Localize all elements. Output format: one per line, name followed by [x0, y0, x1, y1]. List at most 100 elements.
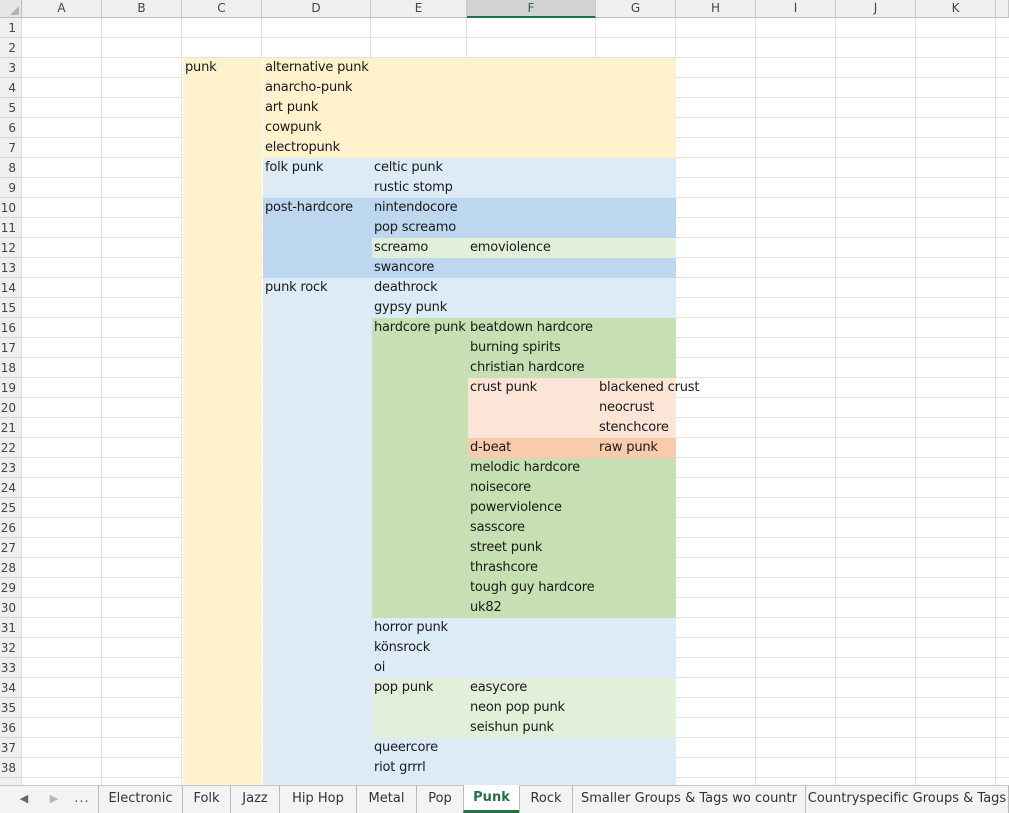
- row-header-19[interactable]: 19: [0, 378, 22, 398]
- cell-f27[interactable]: street punk: [470, 538, 542, 558]
- row-header-2[interactable]: 2: [0, 38, 22, 58]
- more-tabs-button[interactable]: ...: [72, 790, 92, 808]
- sheet-tab-metal[interactable]: Metal: [356, 786, 416, 813]
- cell-d8[interactable]: folk punk: [265, 158, 323, 178]
- cell-f36[interactable]: seishun punk: [470, 718, 554, 738]
- cell-e14[interactable]: deathrock: [374, 278, 438, 298]
- row-header-25[interactable]: 25: [0, 498, 22, 518]
- tab-scroll-right-button[interactable]: ▶: [44, 790, 64, 808]
- cell-d6[interactable]: cowpunk: [265, 118, 322, 138]
- cell-f35[interactable]: neon pop punk: [470, 698, 565, 718]
- cell-e38[interactable]: riot grrrl: [374, 758, 426, 778]
- cell-d10[interactable]: post-hardcore: [265, 198, 353, 218]
- row-header-21[interactable]: 21: [0, 418, 22, 438]
- cell-f18[interactable]: christian hardcore: [470, 358, 584, 378]
- cell-e11[interactable]: pop screamo: [374, 218, 456, 238]
- cell-d5[interactable]: art punk: [265, 98, 318, 118]
- column-header-h[interactable]: H: [676, 0, 756, 18]
- column-header-d[interactable]: D: [262, 0, 371, 18]
- cell-e15[interactable]: gypsy punk: [374, 298, 447, 318]
- row-header-34[interactable]: 34: [0, 678, 22, 698]
- row-header-4[interactable]: 4: [0, 78, 22, 98]
- column-header-e[interactable]: E: [371, 0, 467, 18]
- cell-f28[interactable]: thrashcore: [470, 558, 538, 578]
- row-header-35[interactable]: 35: [0, 698, 22, 718]
- column-header-i[interactable]: I: [756, 0, 836, 18]
- row-header-3[interactable]: 3: [0, 58, 22, 78]
- row-header-24[interactable]: 24: [0, 478, 22, 498]
- row-header-31[interactable]: 31: [0, 618, 22, 638]
- cell-c3[interactable]: punk: [185, 58, 217, 78]
- row-header-10[interactable]: 10: [0, 198, 22, 218]
- row-header-33[interactable]: 33: [0, 658, 22, 678]
- cell-f25[interactable]: powerviolence: [470, 498, 562, 518]
- cell-f26[interactable]: sasscore: [470, 518, 525, 538]
- cell-e8[interactable]: celtic punk: [374, 158, 443, 178]
- sheet-tab-jazz[interactable]: Jazz: [230, 786, 279, 813]
- select-all-corner[interactable]: [0, 0, 22, 18]
- row-header-26[interactable]: 26: [0, 518, 22, 538]
- cell-d3[interactable]: alternative punk: [265, 58, 369, 78]
- row-header-12[interactable]: 12: [0, 238, 22, 258]
- cell-f23[interactable]: melodic hardcore: [470, 458, 580, 478]
- column-header-c[interactable]: C: [182, 0, 262, 18]
- row-header-18[interactable]: 18: [0, 358, 22, 378]
- cell-f24[interactable]: noisecore: [470, 478, 531, 498]
- cell-f30[interactable]: uk82: [470, 598, 502, 618]
- cell-f22[interactable]: d-beat: [470, 438, 511, 458]
- row-header-15[interactable]: 15: [0, 298, 22, 318]
- row-header-7[interactable]: 7: [0, 138, 22, 158]
- cell-f19[interactable]: crust punk: [470, 378, 537, 398]
- cell-e10[interactable]: nintendocore: [374, 198, 458, 218]
- row-header-9[interactable]: 9: [0, 178, 22, 198]
- cell-e37[interactable]: queercore: [374, 738, 438, 758]
- cell-g20[interactable]: neocrust: [599, 398, 654, 418]
- row-header-11[interactable]: 11: [0, 218, 22, 238]
- column-header-k[interactable]: K: [916, 0, 996, 18]
- cell-d14[interactable]: punk rock: [265, 278, 327, 298]
- row-header-8[interactable]: 8: [0, 158, 22, 178]
- sheet-tab-electronic[interactable]: Electronic: [98, 786, 182, 813]
- column-header-g[interactable]: G: [596, 0, 676, 18]
- tab-scroll-left-button[interactable]: ◀: [14, 790, 34, 808]
- row-header-36[interactable]: 36: [0, 718, 22, 738]
- cell-g19[interactable]: blackened crust: [599, 378, 699, 398]
- row-header-22[interactable]: 22: [0, 438, 22, 458]
- sheet-tab-smaller-groups-tags-wo-countr[interactable]: Smaller Groups & Tags wo countr: [572, 786, 805, 813]
- column-header-b[interactable]: B: [102, 0, 182, 18]
- cell-f16[interactable]: beatdown hardcore: [470, 318, 593, 338]
- cell-e9[interactable]: rustic stomp: [374, 178, 453, 198]
- cell-g21[interactable]: stenchcore: [599, 418, 669, 438]
- cell-e13[interactable]: swancore: [374, 258, 434, 278]
- cell-d7[interactable]: electropunk: [265, 138, 340, 158]
- cell-e16[interactable]: hardcore punk: [374, 318, 466, 338]
- cell-e31[interactable]: horror punk: [374, 618, 448, 638]
- row-header-16[interactable]: 16: [0, 318, 22, 338]
- cell-e32[interactable]: könsrock: [374, 638, 430, 658]
- cell-e12[interactable]: screamo: [374, 238, 428, 258]
- row-header-20[interactable]: 20: [0, 398, 22, 418]
- row-header-38[interactable]: 38: [0, 758, 22, 778]
- row-header-13[interactable]: 13: [0, 258, 22, 278]
- row-header-1[interactable]: 1: [0, 18, 22, 38]
- sheet-tab-countryspecific-groups-tags[interactable]: Countryspecific Groups & Tags: [805, 786, 1009, 813]
- row-header-partial[interactable]: [0, 778, 22, 785]
- row-header-14[interactable]: 14: [0, 278, 22, 298]
- column-header-j[interactable]: J: [836, 0, 916, 18]
- sheet-tab-pop[interactable]: Pop: [416, 786, 463, 813]
- spreadsheet-grid[interactable]: ABCDEFGHIJK 1 2 3 4 5 6 7 8 9 10 11 12 13 14 15 16 17 18 1…: [0, 0, 1009, 785]
- sheet-tab-hip-hop[interactable]: Hip Hop: [279, 786, 356, 813]
- cell-d4[interactable]: anarcho-punk: [265, 78, 353, 98]
- cell-f34[interactable]: easycore: [470, 678, 527, 698]
- cell-e33[interactable]: oi: [374, 658, 385, 678]
- row-header-23[interactable]: 23: [0, 458, 22, 478]
- sheet-tab-folk[interactable]: Folk: [182, 786, 230, 813]
- cell-f29[interactable]: tough guy hardcore: [470, 578, 595, 598]
- cell-e34[interactable]: pop punk: [374, 678, 433, 698]
- cell-f12[interactable]: emoviolence: [470, 238, 551, 258]
- row-header-28[interactable]: 28: [0, 558, 22, 578]
- row-header-32[interactable]: 32: [0, 638, 22, 658]
- column-header-a[interactable]: A: [22, 0, 102, 18]
- row-header-27[interactable]: 27: [0, 538, 22, 558]
- row-header-30[interactable]: 30: [0, 598, 22, 618]
